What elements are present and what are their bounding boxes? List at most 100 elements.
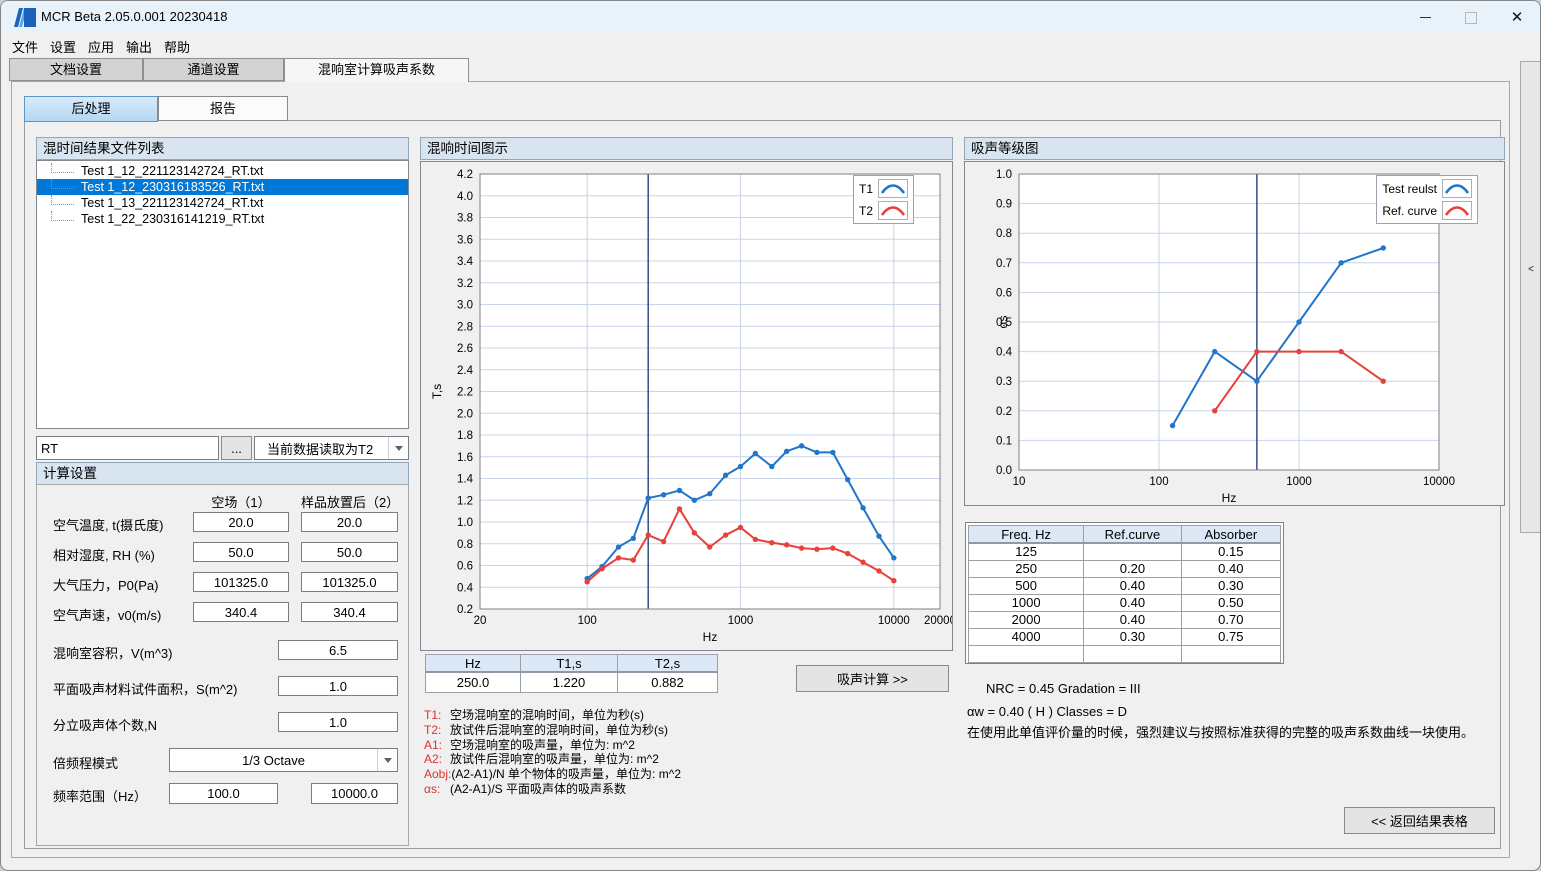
nrc-result-text: NRC = 0.45 Gradation = III — [986, 681, 1141, 696]
list-item-selected[interactable]: Test 1_12_230316183526_RT.txt — [37, 179, 408, 195]
absorption-calc-button[interactable]: 吸声计算 >> — [796, 665, 949, 692]
svg-text:0.3: 0.3 — [996, 376, 1012, 388]
freq-min-field[interactable] — [169, 783, 278, 804]
svg-text:1000: 1000 — [1286, 476, 1312, 488]
svg-text:0.9: 0.9 — [996, 199, 1012, 211]
annotation-line: A2:放试件后混响室的吸声量，单位为: m^2 — [424, 752, 681, 767]
list-item[interactable]: Test 1_12_221123142724_RT.txt — [37, 163, 408, 179]
col-refcurve: Ref.curve — [1084, 525, 1181, 544]
tree-branch-icon — [51, 163, 74, 173]
sound-speed-field-2[interactable] — [301, 602, 398, 622]
minimize-button[interactable] — [1402, 1, 1448, 34]
alphaw-result-text: αw = 0.40 ( H ) Classes = D — [967, 704, 1127, 719]
svg-text:0.6: 0.6 — [996, 287, 1012, 299]
tab-document-settings[interactable]: 文档设置 — [9, 58, 143, 81]
tab-channel-settings[interactable]: 通道设置 — [143, 58, 284, 81]
col-header-empty-room: 空场（1） — [193, 492, 289, 511]
col-t2: T2,s — [618, 654, 718, 673]
sound-speed-label: 空气声速，v0(m/s) — [53, 605, 161, 624]
maximize-button[interactable] — [1448, 1, 1494, 34]
list-item[interactable]: Test 1_13_221123142724_RT.txt — [37, 195, 408, 211]
air-temp-field-2[interactable] — [301, 512, 398, 532]
pressure-field-2[interactable] — [301, 572, 398, 592]
rt-suffix-input[interactable] — [36, 436, 219, 460]
cell-t1: 1.220 — [521, 673, 618, 693]
table-row[interactable]: 500 0.40 0.30 — [968, 578, 1281, 595]
menu-apply[interactable]: 应用 — [85, 37, 117, 56]
combo-value: 当前数据读取为T2 — [255, 439, 388, 458]
menu-settings[interactable]: 设置 — [47, 37, 79, 56]
col-freq: Freq. Hz — [968, 525, 1084, 544]
maximize-icon — [1465, 12, 1477, 24]
sample-area-label: 平面吸声材料试件面积，S(m^2) — [53, 679, 238, 698]
absorber-count-field[interactable] — [278, 712, 398, 732]
app-window: MCR Beta 2.05.0.001 20230418 ✕ 文件 设置 应用 … — [0, 0, 1541, 871]
rt-chart-box: 0.20.40.60.81.01.21.41.61.82.02.22.42.62… — [420, 161, 953, 651]
tree-branch-icon — [51, 195, 74, 205]
freq-max-field[interactable] — [311, 783, 398, 804]
table-row[interactable]: 4000 0.30 0.75 — [968, 629, 1281, 646]
svg-text:2.8: 2.8 — [457, 321, 473, 333]
svg-text:3.2: 3.2 — [457, 278, 473, 290]
svg-text:4.0: 4.0 — [457, 191, 473, 203]
file-name: Test 1_22_230316141219_RT.txt — [81, 212, 264, 226]
blue-curve-icon — [1442, 179, 1472, 198]
svg-text:0.6: 0.6 — [457, 561, 473, 573]
tab-reverberation-absorption[interactable]: 混响室计算吸声系数 — [284, 58, 469, 82]
table-header-row: Hz T1,s T2,s — [425, 654, 718, 673]
data-read-combobox[interactable]: 当前数据读取为T2 — [254, 436, 409, 460]
subtab-postprocess[interactable]: 后处理 — [24, 96, 158, 122]
svg-text:0.2: 0.2 — [996, 406, 1012, 418]
table-row[interactable]: 1000 0.40 0.50 — [968, 595, 1281, 612]
menu-output[interactable]: 输出 — [123, 37, 155, 56]
svg-text:3.0: 3.0 — [457, 300, 473, 312]
close-button[interactable]: ✕ — [1494, 1, 1540, 34]
blue-curve-icon — [878, 179, 908, 198]
sample-area-field[interactable] — [278, 676, 398, 696]
subtab-report[interactable]: 报告 — [158, 96, 288, 121]
octave-mode-label: 倍频程模式 — [53, 753, 118, 772]
humidity-field-2[interactable] — [301, 542, 398, 562]
collapse-panel-strip[interactable]: < — [1520, 61, 1541, 533]
sound-speed-field-1[interactable] — [193, 602, 289, 622]
table-row[interactable]: 2000 0.40 0.70 — [968, 612, 1281, 629]
menu-help[interactable]: 帮助 — [161, 37, 193, 56]
table-row[interactable]: 250 0.20 0.40 — [968, 561, 1281, 578]
humidity-field-1[interactable] — [193, 542, 289, 562]
annotation-line: αs:(A2-A1)/S 平面吸声体的吸声系数 — [424, 782, 681, 797]
svg-text:0.2: 0.2 — [457, 604, 473, 616]
air-temp-field-1[interactable] — [193, 512, 289, 532]
col-header-with-sample: 样品放置后（2） — [301, 492, 398, 511]
list-item[interactable]: Test 1_22_230316141219_RT.txt — [37, 211, 408, 227]
main-tab-strip: 文档设置 通道设置 混响室计算吸声系数 — [1, 58, 1540, 81]
svg-text:αs: αs — [996, 316, 1010, 329]
octave-mode-combobox[interactable]: 1/3 Octave — [169, 748, 398, 772]
browse-button[interactable]: ... — [221, 436, 252, 460]
legend-label-t2: T2 — [859, 204, 873, 218]
pressure-field-1[interactable] — [193, 572, 289, 592]
grade-chart-panel-title: 吸声等级图 — [964, 137, 1505, 160]
table-row[interactable]: 250.0 1.220 0.882 — [425, 673, 718, 693]
grade-table-frame: Freq. Hz Ref.curve Absorber 125 0.15 250… — [965, 522, 1284, 664]
svg-text:1.8: 1.8 — [457, 430, 473, 442]
title-bar: MCR Beta 2.05.0.001 20230418 ✕ — [1, 1, 1540, 34]
annotation-line: T2:放试件后混响室的混响时间，单位为秒(s) — [424, 723, 681, 738]
air-temp-label: 空气温度, t(摄氏度) — [53, 515, 164, 534]
tree-branch-icon — [51, 179, 74, 189]
svg-text:0.7: 0.7 — [996, 258, 1012, 270]
table-row[interactable]: 125 0.15 — [968, 544, 1281, 561]
svg-text:Hz: Hz — [1222, 491, 1237, 505]
close-icon: ✕ — [1511, 10, 1524, 25]
legend-label-test-result: Test reulst — [1382, 182, 1437, 196]
room-volume-field[interactable] — [278, 640, 398, 660]
file-list-panel-title: 混时间结果文件列表 — [36, 137, 409, 160]
chevron-down-icon — [377, 749, 397, 771]
annotation-line: T1:空场混响室的混响时间，单位为秒(s) — [424, 708, 681, 723]
svg-text:1.4: 1.4 — [457, 474, 474, 486]
minimize-icon — [1420, 17, 1431, 18]
svg-text:0.1: 0.1 — [996, 435, 1012, 447]
back-to-results-button[interactable]: << 返回结果表格 — [1344, 807, 1495, 834]
annotation-line: Aobj:(A2-A1)/N 单个物体的吸声量，单位为: m^2 — [424, 767, 681, 782]
menu-file[interactable]: 文件 — [9, 37, 41, 56]
svg-text:3.4: 3.4 — [457, 256, 474, 268]
